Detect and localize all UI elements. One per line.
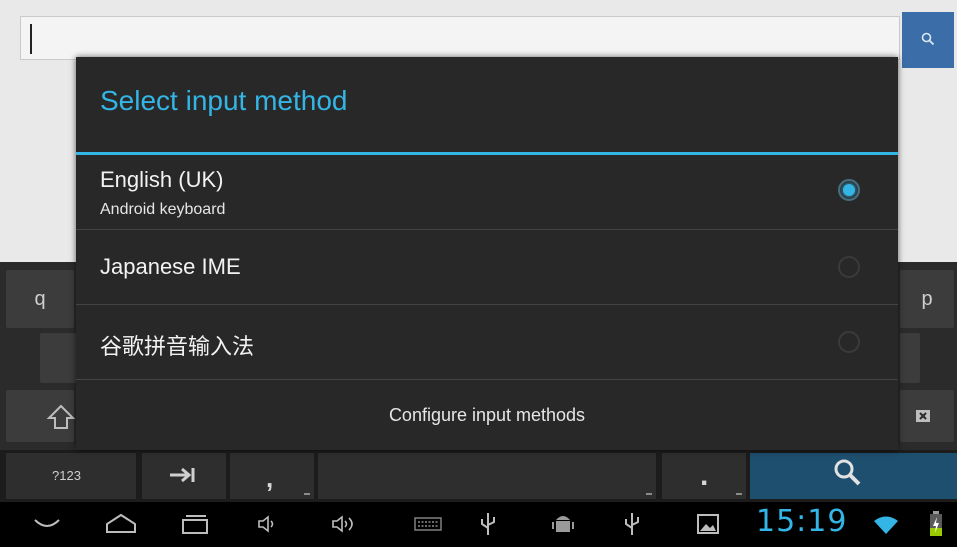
volume-down-icon[interactable] xyxy=(256,512,280,536)
keyboard-icon xyxy=(414,517,442,531)
delete-key[interactable] xyxy=(900,390,954,442)
input-method-sublabel: Android keyboard xyxy=(100,201,226,218)
back-icon[interactable] xyxy=(32,514,62,534)
input-method-label: English (UK) xyxy=(100,167,224,192)
key-l[interactable] xyxy=(900,333,920,383)
usb-icon xyxy=(625,513,639,535)
key-a[interactable] xyxy=(40,333,76,383)
search-action-key[interactable] xyxy=(750,453,957,499)
recent-apps-icon[interactable] xyxy=(180,512,210,536)
status-clock: 15:19 xyxy=(756,504,848,539)
period-key[interactable]: . xyxy=(662,453,746,499)
volume-up-icon[interactable] xyxy=(330,512,360,536)
input-method-item-english-uk[interactable]: English (UK) Android keyboard xyxy=(76,155,898,229)
radio-unselected[interactable] xyxy=(838,331,860,353)
search-button[interactable] xyxy=(902,12,954,68)
tab-arrow-icon xyxy=(170,467,195,483)
wifi-icon xyxy=(874,516,898,534)
image-icon xyxy=(697,514,719,534)
key-q[interactable]: q xyxy=(6,270,74,328)
dialog-title: Select input method xyxy=(100,85,348,116)
android-debug-icon xyxy=(552,516,574,532)
input-method-label: 谷歌拼音输入法 xyxy=(100,334,255,359)
home-icon[interactable] xyxy=(104,512,138,536)
shift-icon xyxy=(46,404,76,429)
battery-charging-icon xyxy=(930,511,942,536)
comma-key[interactable]: , xyxy=(230,453,314,499)
configure-input-methods-button[interactable]: Configure input methods xyxy=(76,380,898,450)
tab-key[interactable] xyxy=(142,453,226,499)
key-p[interactable]: p xyxy=(900,270,954,328)
input-method-item-google-pinyin[interactable]: 谷歌拼音输入法 xyxy=(76,305,898,379)
input-method-item-japanese-ime[interactable]: Japanese IME xyxy=(76,230,898,304)
search-input[interactable] xyxy=(20,16,900,60)
shift-key[interactable] xyxy=(6,390,76,442)
input-method-label: Japanese IME xyxy=(100,254,241,279)
usb-icon xyxy=(481,513,495,535)
text-cursor xyxy=(30,24,32,54)
delete-icon xyxy=(916,410,930,422)
space-key[interactable] xyxy=(318,453,656,499)
radio-selected[interactable] xyxy=(838,179,860,201)
select-input-method-dialog: Select input method English (UK) Android… xyxy=(76,57,898,450)
search-icon xyxy=(834,459,861,486)
search-icon xyxy=(921,32,935,46)
radio-unselected[interactable] xyxy=(838,256,860,278)
symbols-key[interactable]: ?123 xyxy=(6,453,136,499)
